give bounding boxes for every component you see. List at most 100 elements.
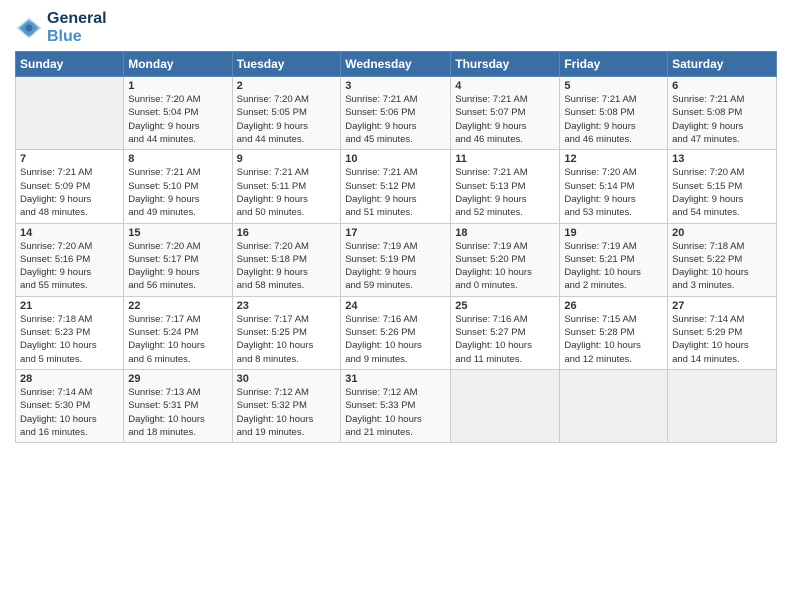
day-info: Sunrise: 7:21 AM Sunset: 5:13 PM Dayligh… [455,166,555,219]
week-row-1: 1Sunrise: 7:20 AM Sunset: 5:04 PM Daylig… [16,77,777,150]
calendar-cell: 13Sunrise: 7:20 AM Sunset: 5:15 PM Dayli… [668,150,777,223]
day-number: 1 [128,80,227,92]
day-number: 4 [455,80,555,92]
calendar-cell: 26Sunrise: 7:15 AM Sunset: 5:28 PM Dayli… [560,296,668,369]
calendar-cell: 24Sunrise: 7:16 AM Sunset: 5:26 PM Dayli… [341,296,451,369]
calendar-cell: 6Sunrise: 7:21 AM Sunset: 5:08 PM Daylig… [668,77,777,150]
day-info: Sunrise: 7:15 AM Sunset: 5:28 PM Dayligh… [564,313,663,366]
day-number: 5 [564,80,663,92]
day-number: 22 [128,300,227,312]
day-info: Sunrise: 7:19 AM Sunset: 5:20 PM Dayligh… [455,240,555,293]
calendar-cell: 18Sunrise: 7:19 AM Sunset: 5:20 PM Dayli… [451,223,560,296]
day-info: Sunrise: 7:21 AM Sunset: 5:06 PM Dayligh… [345,93,446,146]
day-number: 10 [345,153,446,165]
calendar-table: SundayMondayTuesdayWednesdayThursdayFrid… [15,51,777,443]
calendar-cell: 7Sunrise: 7:21 AM Sunset: 5:09 PM Daylig… [16,150,124,223]
calendar-cell: 27Sunrise: 7:14 AM Sunset: 5:29 PM Dayli… [668,296,777,369]
day-number: 25 [455,300,555,312]
day-number: 15 [128,227,227,239]
day-number: 29 [128,373,227,385]
day-number: 8 [128,153,227,165]
calendar-cell: 15Sunrise: 7:20 AM Sunset: 5:17 PM Dayli… [124,223,232,296]
header-saturday: Saturday [668,52,777,77]
calendar-cell: 16Sunrise: 7:20 AM Sunset: 5:18 PM Dayli… [232,223,341,296]
header-wednesday: Wednesday [341,52,451,77]
calendar-cell: 10Sunrise: 7:21 AM Sunset: 5:12 PM Dayli… [341,150,451,223]
calendar-cell [451,369,560,442]
calendar-cell: 12Sunrise: 7:20 AM Sunset: 5:14 PM Dayli… [560,150,668,223]
day-number: 16 [237,227,337,239]
day-info: Sunrise: 7:20 AM Sunset: 5:15 PM Dayligh… [672,166,772,219]
day-info: Sunrise: 7:20 AM Sunset: 5:17 PM Dayligh… [128,240,227,293]
day-number: 6 [672,80,772,92]
day-number: 19 [564,227,663,239]
calendar-cell [668,369,777,442]
logo-icon [15,14,43,42]
day-info: Sunrise: 7:21 AM Sunset: 5:08 PM Dayligh… [672,93,772,146]
calendar-cell: 2Sunrise: 7:20 AM Sunset: 5:05 PM Daylig… [232,77,341,150]
day-number: 17 [345,227,446,239]
calendar-cell: 20Sunrise: 7:18 AM Sunset: 5:22 PM Dayli… [668,223,777,296]
calendar-cell: 21Sunrise: 7:18 AM Sunset: 5:23 PM Dayli… [16,296,124,369]
day-info: Sunrise: 7:12 AM Sunset: 5:33 PM Dayligh… [345,386,446,439]
day-number: 7 [20,153,119,165]
day-info: Sunrise: 7:20 AM Sunset: 5:14 PM Dayligh… [564,166,663,219]
header-thursday: Thursday [451,52,560,77]
day-number: 9 [237,153,337,165]
day-info: Sunrise: 7:17 AM Sunset: 5:25 PM Dayligh… [237,313,337,366]
day-info: Sunrise: 7:21 AM Sunset: 5:09 PM Dayligh… [20,166,119,219]
calendar-cell [560,369,668,442]
day-info: Sunrise: 7:21 AM Sunset: 5:11 PM Dayligh… [237,166,337,219]
day-info: Sunrise: 7:21 AM Sunset: 5:08 PM Dayligh… [564,93,663,146]
calendar-cell: 4Sunrise: 7:21 AM Sunset: 5:07 PM Daylig… [451,77,560,150]
calendar-cell: 1Sunrise: 7:20 AM Sunset: 5:04 PM Daylig… [124,77,232,150]
calendar-cell: 29Sunrise: 7:13 AM Sunset: 5:31 PM Dayli… [124,369,232,442]
day-number: 2 [237,80,337,92]
day-number: 21 [20,300,119,312]
day-number: 26 [564,300,663,312]
calendar-cell: 5Sunrise: 7:21 AM Sunset: 5:08 PM Daylig… [560,77,668,150]
day-number: 13 [672,153,772,165]
calendar-cell: 22Sunrise: 7:17 AM Sunset: 5:24 PM Dayli… [124,296,232,369]
day-number: 12 [564,153,663,165]
logo-text: General Blue [47,10,107,45]
day-info: Sunrise: 7:19 AM Sunset: 5:21 PM Dayligh… [564,240,663,293]
calendar-cell: 25Sunrise: 7:16 AM Sunset: 5:27 PM Dayli… [451,296,560,369]
day-info: Sunrise: 7:18 AM Sunset: 5:23 PM Dayligh… [20,313,119,366]
day-number: 27 [672,300,772,312]
day-info: Sunrise: 7:17 AM Sunset: 5:24 PM Dayligh… [128,313,227,366]
calendar-cell: 9Sunrise: 7:21 AM Sunset: 5:11 PM Daylig… [232,150,341,223]
calendar-cell: 14Sunrise: 7:20 AM Sunset: 5:16 PM Dayli… [16,223,124,296]
week-row-3: 14Sunrise: 7:20 AM Sunset: 5:16 PM Dayli… [16,223,777,296]
logo: General Blue [15,10,107,45]
day-info: Sunrise: 7:20 AM Sunset: 5:04 PM Dayligh… [128,93,227,146]
day-info: Sunrise: 7:13 AM Sunset: 5:31 PM Dayligh… [128,386,227,439]
day-info: Sunrise: 7:21 AM Sunset: 5:10 PM Dayligh… [128,166,227,219]
day-number: 18 [455,227,555,239]
week-row-2: 7Sunrise: 7:21 AM Sunset: 5:09 PM Daylig… [16,150,777,223]
day-info: Sunrise: 7:21 AM Sunset: 5:12 PM Dayligh… [345,166,446,219]
calendar-cell: 11Sunrise: 7:21 AM Sunset: 5:13 PM Dayli… [451,150,560,223]
day-info: Sunrise: 7:20 AM Sunset: 5:05 PM Dayligh… [237,93,337,146]
header-monday: Monday [124,52,232,77]
day-info: Sunrise: 7:19 AM Sunset: 5:19 PM Dayligh… [345,240,446,293]
header: General Blue [15,10,777,45]
day-number: 3 [345,80,446,92]
day-info: Sunrise: 7:20 AM Sunset: 5:16 PM Dayligh… [20,240,119,293]
day-info: Sunrise: 7:12 AM Sunset: 5:32 PM Dayligh… [237,386,337,439]
calendar-cell: 30Sunrise: 7:12 AM Sunset: 5:32 PM Dayli… [232,369,341,442]
day-number: 11 [455,153,555,165]
calendar-cell: 3Sunrise: 7:21 AM Sunset: 5:06 PM Daylig… [341,77,451,150]
day-number: 30 [237,373,337,385]
day-number: 28 [20,373,119,385]
day-info: Sunrise: 7:16 AM Sunset: 5:26 PM Dayligh… [345,313,446,366]
day-info: Sunrise: 7:18 AM Sunset: 5:22 PM Dayligh… [672,240,772,293]
day-number: 20 [672,227,772,239]
calendar-cell: 28Sunrise: 7:14 AM Sunset: 5:30 PM Dayli… [16,369,124,442]
day-info: Sunrise: 7:14 AM Sunset: 5:30 PM Dayligh… [20,386,119,439]
calendar-header-row: SundayMondayTuesdayWednesdayThursdayFrid… [16,52,777,77]
day-info: Sunrise: 7:20 AM Sunset: 5:18 PM Dayligh… [237,240,337,293]
calendar-cell: 31Sunrise: 7:12 AM Sunset: 5:33 PM Dayli… [341,369,451,442]
week-row-5: 28Sunrise: 7:14 AM Sunset: 5:30 PM Dayli… [16,369,777,442]
page: General Blue SundayMondayTuesdayWednesda… [0,0,792,612]
